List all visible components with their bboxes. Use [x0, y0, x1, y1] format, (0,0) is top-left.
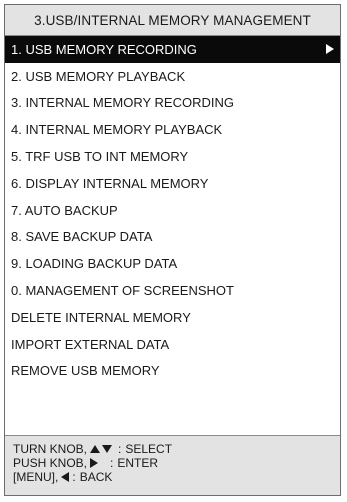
menu-item-usb-memory-playback[interactable]: 2. USB MEMORY PLAYBACK: [5, 63, 340, 90]
menu-item-internal-memory-playback[interactable]: 4. INTERNAL MEMORY PLAYBACK: [5, 116, 340, 143]
menu-item-loading-backup-data[interactable]: 9. LOADING BACKUP DATA: [5, 250, 340, 277]
menu-item-label: 6. DISPLAY INTERNAL MEMORY: [11, 175, 209, 191]
menu-list: 1. USB MEMORY RECORDING 2. USB MEMORY PL…: [5, 36, 340, 384]
menu-item-import-external-data[interactable]: IMPORT EXTERNAL DATA: [5, 331, 340, 358]
menu-item-trf-usb-to-int-memory[interactable]: 5. TRF USB TO INT MEMORY: [5, 143, 340, 170]
menu-item-label: 1. USB MEMORY RECORDING: [11, 41, 197, 57]
triangle-right-icon: [90, 458, 99, 468]
triangle-up-icon: [90, 445, 101, 453]
menu-item-label: 4. INTERNAL MEMORY PLAYBACK: [11, 122, 223, 138]
help-line-enter: PUSH KNOB, : ENTER: [13, 456, 332, 470]
menu-item-display-internal-memory[interactable]: 6. DISPLAY INTERNAL MEMORY: [5, 170, 340, 197]
submenu-arrow-icon: [326, 44, 334, 55]
menu-item-label: 7. AUTO BACKUP: [11, 202, 118, 218]
help-prefix: [MENU],: [13, 470, 59, 484]
triangle-left-icon: [61, 472, 70, 482]
help-line-back: [MENU], : BACK: [13, 470, 332, 484]
triangle-down-icon: [102, 445, 113, 453]
help-line-select: TURN KNOB, : SELECT: [13, 442, 332, 456]
help-footer: TURN KNOB, : SELECT PUSH KNOB, : ENTER […: [5, 435, 340, 495]
menu-title: 3.USB/INTERNAL MEMORY MANAGEMENT: [5, 5, 340, 36]
menu-item-delete-internal-memory[interactable]: DELETE INTERNAL MEMORY: [5, 304, 340, 331]
menu-item-auto-backup[interactable]: 7. AUTO BACKUP: [5, 197, 340, 224]
help-colon: :: [72, 470, 76, 484]
menu-item-management-of-screenshot[interactable]: 0. MANAGEMENT OF SCREENSHOT: [5, 277, 340, 304]
menu-title-text: 3.USB/INTERNAL MEMORY MANAGEMENT: [34, 12, 311, 28]
menu-item-label: IMPORT EXTERNAL DATA: [11, 336, 170, 352]
menu-item-internal-memory-recording[interactable]: 3. INTERNAL MEMORY RECORDING: [5, 90, 340, 117]
help-action: ENTER: [117, 456, 159, 470]
memory-management-menu: 3.USB/INTERNAL MEMORY MANAGEMENT 1. USB …: [4, 4, 341, 496]
help-colon: :: [118, 442, 122, 456]
menu-item-label: 9. LOADING BACKUP DATA: [11, 256, 178, 272]
menu-item-label: REMOVE USB MEMORY: [11, 363, 160, 379]
menu-item-label: 0. MANAGEMENT OF SCREENSHOT: [11, 283, 234, 299]
menu-item-save-backup-data[interactable]: 8. SAVE BACKUP DATA: [5, 224, 340, 251]
help-prefix: PUSH KNOB,: [13, 456, 88, 470]
help-prefix: TURN KNOB,: [13, 442, 88, 456]
help-action: BACK: [79, 470, 113, 484]
help-colon: :: [110, 456, 114, 470]
menu-item-remove-usb-memory[interactable]: REMOVE USB MEMORY: [5, 358, 340, 385]
help-action: SELECT: [125, 442, 173, 456]
menu-item-label: 5. TRF USB TO INT MEMORY: [11, 149, 189, 165]
menu-item-label: 3. INTERNAL MEMORY RECORDING: [11, 95, 234, 111]
menu-item-usb-memory-recording[interactable]: 1. USB MEMORY RECORDING: [5, 36, 340, 63]
menu-item-label: DELETE INTERNAL MEMORY: [11, 309, 191, 325]
menu-item-label: 8. SAVE BACKUP DATA: [11, 229, 153, 245]
menu-item-label: 2. USB MEMORY PLAYBACK: [11, 68, 186, 84]
